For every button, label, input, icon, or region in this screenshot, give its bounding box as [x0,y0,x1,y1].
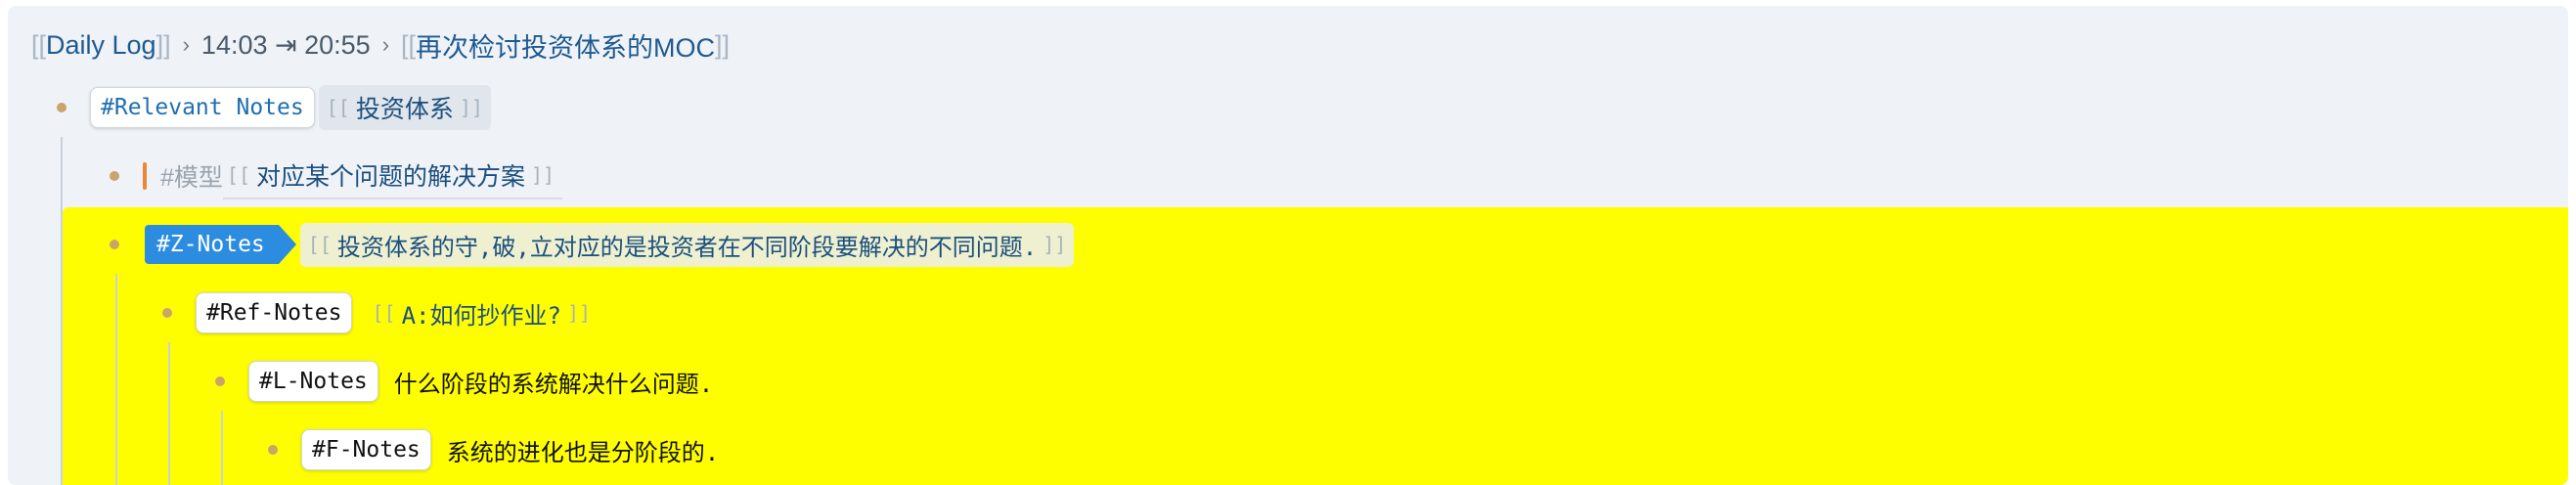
bullet[interactable] [162,308,172,318]
bracket-close: ]] [459,96,483,119]
page-link-label: 投资体系 [355,96,454,123]
bracket-open: [[ [401,29,417,60]
bracket-open: [[ [226,163,250,187]
tag-z-notes[interactable]: #Z-Notes [145,225,296,264]
page-link[interactable]: [[ 对应某个问题的解决方案 ]] [222,153,563,199]
block-text[interactable]: 系统的进化也是分阶段的. [447,433,719,467]
list-item-z-notes: #Z-Notes [[ 投资体系的守,破,立对应的是投资者在不同阶段要解决的不同… [110,219,1075,270]
list-item-relevant: #Relevant Notes [[ 投资体系 ]] [57,82,491,133]
list-item-f-notes: #F-Notes 系统的进化也是分阶段的. [268,424,719,475]
tag-model[interactable]: #模型 [143,158,223,194]
bullet[interactable] [57,103,67,112]
thread-guide [221,411,223,485]
bullet[interactable] [110,171,119,181]
page-link[interactable]: [[ 投资体系 ]] [318,85,491,130]
bracket-close: ]] [155,29,171,60]
tag-color-bar [143,162,147,190]
block-panel: [[ Daily Log ]] › 14:03 ⇥ 20:55 › [[ 再次检… [8,6,2568,485]
thread-guide [168,342,170,485]
tag-model-label: #模型 [160,164,223,192]
tag-l-notes[interactable]: #L-Notes [248,361,378,402]
tag-relevant-notes[interactable]: #Relevant Notes [90,87,315,128]
page-link[interactable]: [[ A:如何抄作业? ]] [368,291,595,335]
thread-guide [115,274,117,485]
bracket-close: ]] [715,29,731,60]
list-item-l-notes: #L-Notes 什么阶段的系统解决什么问题. [215,356,713,407]
bracket-open: [[ [31,29,47,60]
breadcrumb-block-link[interactable]: 再次检讨投资体系的MOC [416,26,715,65]
chevron-right-icon: › [182,32,190,57]
breadcrumb-time-range[interactable]: 14:03 ⇥ 20:55 [201,30,371,61]
bullet[interactable] [215,376,225,386]
tag-ref-notes[interactable]: #Ref-Notes [196,292,353,333]
page-link-label: 对应某个问题的解决方案 [256,163,526,191]
tag-f-notes[interactable]: #F-Notes [301,429,431,470]
breadcrumb: [[ Daily Log ]] › 14:03 ⇥ 20:55 › [[ 再次检… [31,20,730,70]
breadcrumb-page-link[interactable]: Daily Log [46,30,156,61]
bracket-close: ]] [531,163,555,187]
bracket-close: ]] [566,301,592,325]
page-link-label: 投资体系的守,破,立对应的是投资者在不同阶段要解决的不同问题. [336,233,1038,261]
list-item-ref-notes: #Ref-Notes [[ A:如何抄作业? ]] [162,287,595,338]
chevron-right-icon: › [381,32,390,57]
bullet[interactable] [110,240,119,249]
block-text[interactable]: 什么阶段的系统解决什么问题. [394,365,713,399]
bracket-open: [[ [372,301,396,325]
page-link[interactable]: [[ 投资体系的守,破,立对应的是投资者在不同阶段要解决的不同问题. ]] [299,222,1075,267]
bracket-open: [[ [307,233,332,256]
bracket-open: [[ [326,96,350,119]
bracket-close: ]] [1043,233,1067,256]
thread-guide [61,137,63,485]
bullet[interactable] [268,445,278,455]
page-link-label: A:如何抄作业? [401,301,561,330]
list-item-model: #模型 [[ 对应某个问题的解决方案 ]] [110,151,563,201]
